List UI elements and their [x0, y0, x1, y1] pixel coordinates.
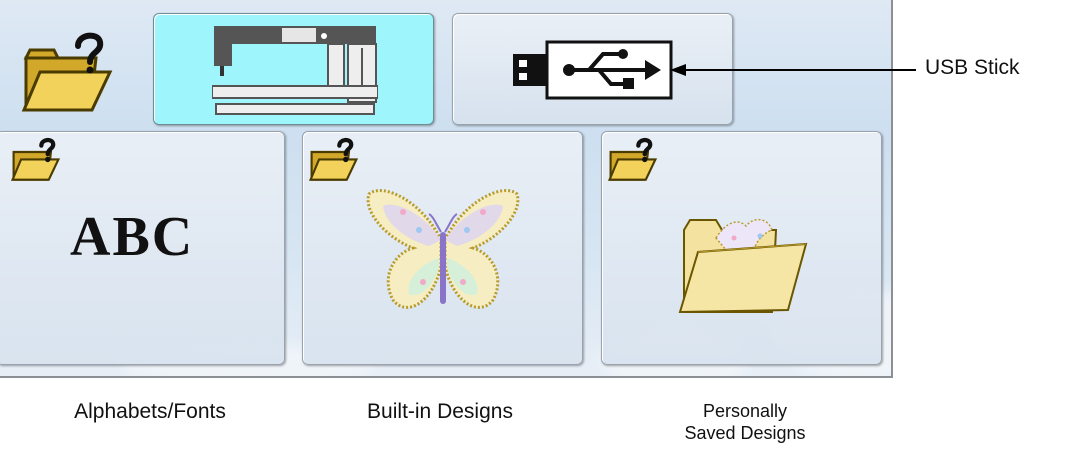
- alphabets-fonts-label: Alphabets/Fonts: [74, 400, 226, 423]
- folder-question-icon[interactable]: [20, 28, 116, 118]
- folder-question-icon: [10, 137, 61, 181]
- folder-question-icon: [308, 137, 359, 181]
- usb-stick-label: USB Stick: [925, 56, 1020, 79]
- tab-sewing-machine[interactable]: [153, 13, 434, 125]
- personal-designs-label-line1: Personally: [702, 401, 788, 421]
- personal-designs-label: Personally Saved Designs: [600, 400, 890, 444]
- sewing-machine-icon: [212, 26, 378, 115]
- builtin-designs-button[interactable]: [302, 131, 583, 365]
- folder-question-icon: [607, 137, 658, 181]
- builtin-designs-label: Built-in Designs: [367, 400, 513, 423]
- embroidery-screen: ABC: [0, 0, 893, 378]
- usb-icon: [513, 40, 673, 100]
- folder-design-icon: [678, 218, 808, 314]
- butterfly-design-icon: [366, 189, 520, 309]
- abc-sample-text: ABC: [70, 206, 195, 268]
- personal-designs-label-line2: Saved Designs: [684, 423, 806, 443]
- personal-designs-button[interactable]: [601, 131, 882, 365]
- usb-annotation-arrow: [670, 64, 916, 76]
